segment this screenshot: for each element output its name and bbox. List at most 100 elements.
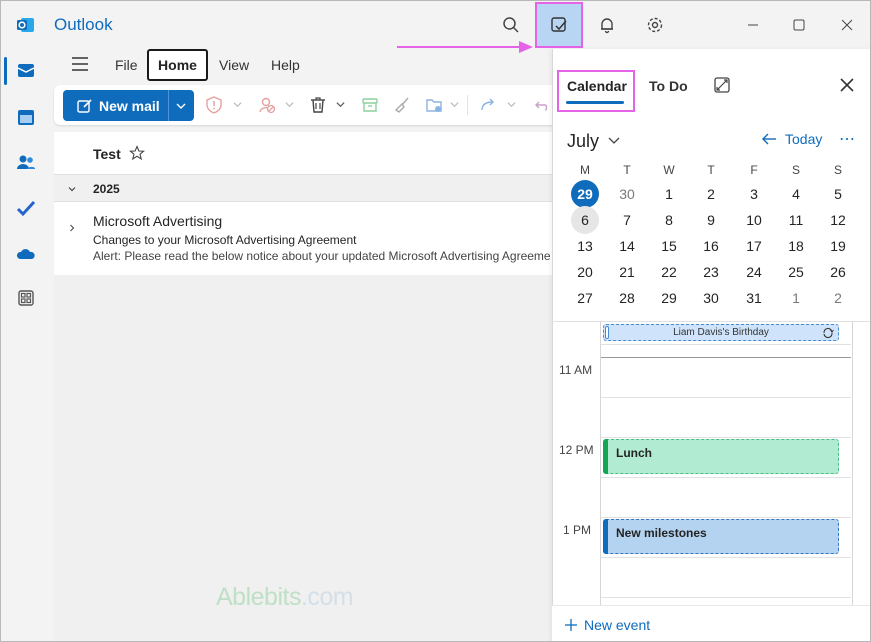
outlook-window: Outlook File Home View Help New mail Tes…: [0, 0, 871, 642]
calendar-day[interactable]: 21: [613, 259, 641, 285]
calendar-day[interactable]: 30: [697, 285, 725, 311]
calendar-day[interactable]: 22: [655, 259, 683, 285]
schedule-left-border: [600, 321, 601, 609]
rail-calendar-icon[interactable]: [9, 100, 43, 134]
weekday-label: F: [750, 163, 758, 177]
calendar-day[interactable]: 1: [782, 285, 810, 311]
notifications-bell-icon[interactable]: [585, 9, 629, 41]
favorite-star-icon[interactable]: [128, 145, 146, 164]
calendar-day[interactable]: 10: [740, 207, 768, 233]
calendar-day[interactable]: 2: [697, 181, 725, 207]
calendar-day[interactable]: 1: [655, 181, 683, 207]
app-title: Outlook: [54, 15, 113, 34]
more-options-icon[interactable]: ⋯: [839, 129, 856, 149]
month-dropdown-chevron-icon[interactable]: [607, 136, 621, 146]
calendar-day[interactable]: 15: [655, 233, 683, 259]
close-window-button[interactable]: [827, 11, 867, 39]
month-label[interactable]: July: [567, 131, 599, 152]
tab-calendar[interactable]: Calendar: [567, 78, 627, 94]
report-shield-icon[interactable]: [203, 94, 225, 116]
allday-event[interactable]: Liam Davis's Birthday: [603, 324, 839, 341]
calendar-day[interactable]: 19: [824, 233, 852, 259]
tab-todo[interactable]: To Do: [649, 78, 688, 94]
open-in-new-window-icon[interactable]: [713, 76, 731, 97]
move-chevron-icon[interactable]: [450, 100, 459, 109]
rail-mail-icon[interactable]: [9, 53, 43, 87]
settings-gear-icon[interactable]: [633, 9, 677, 41]
today-button[interactable]: Today: [785, 131, 822, 147]
calendar-day[interactable]: 29: [571, 180, 599, 208]
message-preview: Alert: Please read the below notice abou…: [93, 249, 551, 263]
calendar-day[interactable]: 18: [782, 233, 810, 259]
event-new-milestones[interactable]: New milestones: [603, 519, 839, 554]
report-chevron-icon[interactable]: [233, 100, 242, 109]
my-day-button[interactable]: [535, 2, 583, 48]
rail-apps-icon[interactable]: [9, 281, 43, 315]
calendar-day[interactable]: 16: [697, 233, 725, 259]
block-chevron-icon[interactable]: [285, 100, 294, 109]
calendar-day[interactable]: 26: [824, 259, 852, 285]
new-mail-button[interactable]: New mail: [63, 90, 194, 121]
menu-home[interactable]: Home: [147, 49, 208, 81]
calendar-day[interactable]: 25: [782, 259, 810, 285]
delete-trash-icon[interactable]: [307, 94, 329, 116]
calendar-day[interactable]: 27: [571, 285, 599, 311]
schedule-line: [601, 437, 851, 438]
schedule-right-border: [852, 321, 853, 609]
block-sender-icon[interactable]: [256, 94, 278, 116]
calendar-day[interactable]: 2: [824, 285, 852, 311]
go-to-today-arrow-icon[interactable]: [761, 132, 777, 146]
rail-people-icon[interactable]: [9, 145, 43, 179]
group-collapse-chevron-icon[interactable]: [67, 184, 77, 194]
compose-icon: [77, 98, 92, 113]
hamburger-menu-icon[interactable]: [71, 56, 89, 75]
calendar-day[interactable]: 7: [613, 207, 641, 233]
calendar-day[interactable]: 30: [613, 181, 641, 207]
calendar-day[interactable]: 12: [824, 207, 852, 233]
calendar-day[interactable]: 28: [613, 285, 641, 311]
calendar-day[interactable]: 14: [613, 233, 641, 259]
calendar-day[interactable]: 23: [697, 259, 725, 285]
calendar-day[interactable]: 11: [782, 207, 810, 233]
time-label-1pm: 1 PM: [563, 523, 592, 537]
calendar-day[interactable]: 3: [740, 181, 768, 207]
menu-view[interactable]: View: [219, 57, 249, 73]
rail-onedrive-icon[interactable]: [9, 237, 43, 271]
calendar-day[interactable]: 31: [740, 285, 768, 311]
calendar-day[interactable]: 24: [740, 259, 768, 285]
delete-chevron-icon[interactable]: [336, 100, 345, 109]
calendar-day[interactable]: 13: [571, 233, 599, 259]
group-year-label: 2025: [93, 182, 120, 196]
move-to-folder-icon[interactable]: [423, 94, 445, 116]
maximize-button[interactable]: [779, 11, 819, 39]
calendar-day[interactable]: 9: [697, 207, 725, 233]
calendar-day[interactable]: 8: [655, 207, 683, 233]
calendar-day[interactable]: 6: [571, 206, 599, 234]
calendar-day[interactable]: 4: [782, 181, 810, 207]
new-event-button[interactable]: New event: [564, 617, 650, 633]
schedule-line: [601, 517, 851, 518]
archive-icon[interactable]: [359, 94, 381, 116]
undo-arrow-icon[interactable]: [529, 94, 551, 116]
rail-todo-icon[interactable]: [9, 191, 43, 225]
close-panel-icon[interactable]: [839, 77, 855, 96]
menu-file[interactable]: File: [115, 57, 138, 73]
weekday-label: S: [791, 163, 800, 177]
schedule-line: [601, 344, 851, 345]
forward-chevron-icon[interactable]: [507, 100, 516, 109]
calendar-day[interactable]: 17: [740, 233, 768, 259]
group-header[interactable]: [54, 174, 554, 202]
calendar-day[interactable]: 5: [824, 181, 852, 207]
expand-conversation-chevron-icon[interactable]: [67, 223, 77, 233]
calendar-day[interactable]: 20: [571, 259, 599, 285]
schedule-line: [601, 477, 851, 478]
forward-arrow-icon[interactable]: [477, 94, 499, 116]
sweep-broom-icon[interactable]: [391, 94, 413, 116]
minimize-button[interactable]: [733, 11, 773, 39]
calendar-day[interactable]: 29: [655, 285, 683, 311]
new-mail-dropdown-chevron-icon[interactable]: [176, 101, 186, 111]
message-sender: Microsoft Advertising: [93, 213, 223, 229]
new-event-label: New event: [584, 617, 651, 633]
event-lunch[interactable]: Lunch: [603, 439, 839, 474]
menu-help[interactable]: Help: [271, 57, 300, 73]
